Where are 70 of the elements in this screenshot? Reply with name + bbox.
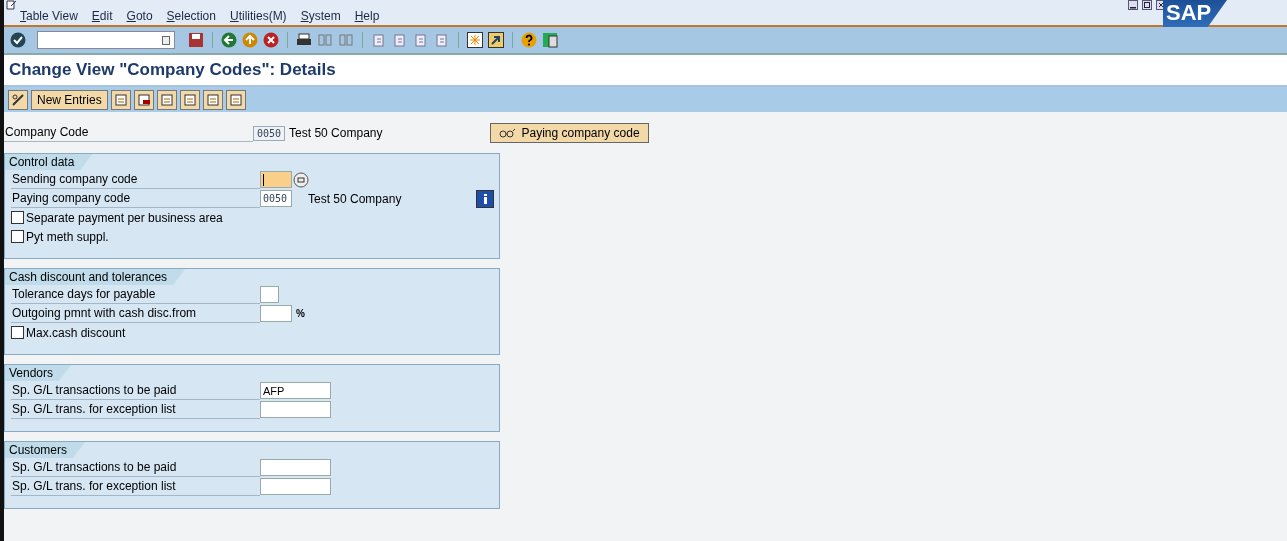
- input-field[interactable]: [260, 171, 292, 188]
- field-label: Sp. G/L transactions to be paid: [11, 381, 260, 400]
- print-icon[interactable]: [296, 32, 312, 48]
- input-field[interactable]: AFP: [260, 382, 331, 399]
- paying-company-code-button[interactable]: Paying company code: [490, 123, 649, 143]
- help-icon[interactable]: [521, 32, 537, 48]
- field-label: Sending company code: [11, 170, 260, 189]
- field-label: Sp. G/L transactions to be paid: [11, 458, 260, 477]
- previous-entry-button[interactable]: [179, 89, 200, 110]
- back-icon[interactable]: [221, 32, 237, 48]
- menu-item[interactable]: Help: [354, 9, 380, 25]
- menu-item[interactable]: Table View: [20, 9, 78, 25]
- info-icon[interactable]: [476, 189, 494, 208]
- field-label: Tolerance days for payable: [11, 285, 260, 304]
- checkbox-label: Separate payment per business area: [26, 210, 223, 225]
- undo-button[interactable]: [156, 89, 177, 110]
- select-all-button[interactable]: [225, 89, 246, 110]
- enter-icon[interactable]: [10, 32, 26, 48]
- input-field[interactable]: [260, 305, 292, 322]
- menu-item[interactable]: System: [300, 9, 341, 25]
- field-label: Paying company code: [11, 189, 260, 208]
- page-icon: [206, 93, 219, 106]
- input-field[interactable]: 0050: [260, 190, 292, 207]
- checkbox[interactable]: [11, 326, 24, 339]
- save-icon[interactable]: [188, 32, 204, 48]
- new-entries-button[interactable]: New Entries: [31, 89, 108, 110]
- menu-item[interactable]: Selection: [166, 9, 216, 25]
- checkbox[interactable]: [11, 230, 24, 243]
- checkbox[interactable]: [11, 211, 24, 224]
- input-field[interactable]: [260, 286, 279, 303]
- page-icon: [183, 93, 196, 106]
- document-icon: [6, 0, 18, 10]
- menu-item[interactable]: Utilities(M): [229, 9, 287, 25]
- history-icon[interactable]: [162, 35, 170, 45]
- sap-logo: SAP: [1163, 0, 1227, 27]
- menu-item[interactable]: Edit: [91, 9, 113, 25]
- field-label: Sp. G/L trans. for exception list: [11, 477, 260, 496]
- page-icon: [229, 93, 242, 106]
- page-icon: [137, 93, 150, 106]
- group-title: Control data: [5, 154, 93, 170]
- input-field[interactable]: [260, 401, 331, 418]
- glasses-icon: [499, 128, 516, 138]
- cancel-icon[interactable]: [263, 32, 279, 48]
- menu-item[interactable]: Goto: [126, 9, 153, 25]
- page-icon: [114, 93, 127, 106]
- group-title: Vendors: [5, 365, 72, 381]
- input-field[interactable]: [260, 478, 331, 495]
- input-field[interactable]: [260, 459, 331, 476]
- company-code-field: 0050: [253, 125, 286, 141]
- display-change-button[interactable]: [8, 89, 28, 110]
- checkbox-label: Pyt meth suppl.: [26, 229, 109, 244]
- screen-title: Change View "Company Codes": Details: [9, 60, 336, 80]
- exit-icon[interactable]: [242, 32, 258, 48]
- search-help-icon[interactable]: [293, 171, 309, 188]
- field-label: Company Code: [4, 124, 253, 142]
- company-name: Test 50 Company: [289, 126, 383, 140]
- delete-button[interactable]: [133, 89, 154, 110]
- copy-button[interactable]: [110, 89, 131, 110]
- restore-icon[interactable]: [1142, 0, 1152, 10]
- minimize-icon[interactable]: [1128, 0, 1138, 10]
- field-label: Sp. G/L trans. for exception list: [11, 400, 260, 419]
- shortcut-icon[interactable]: [488, 32, 504, 48]
- company-name: Test 50 Company: [308, 191, 402, 206]
- command-field[interactable]: [37, 31, 175, 49]
- checkbox-label: Max.cash discount: [26, 325, 126, 340]
- group-title: Cash discount and tolerances: [5, 269, 186, 285]
- field-label: Outgoing pmnt with cash disc.from: [11, 304, 260, 323]
- next-entry-button[interactable]: [202, 89, 223, 110]
- group-title: Customers: [5, 442, 85, 458]
- unit-label: %: [296, 308, 305, 319]
